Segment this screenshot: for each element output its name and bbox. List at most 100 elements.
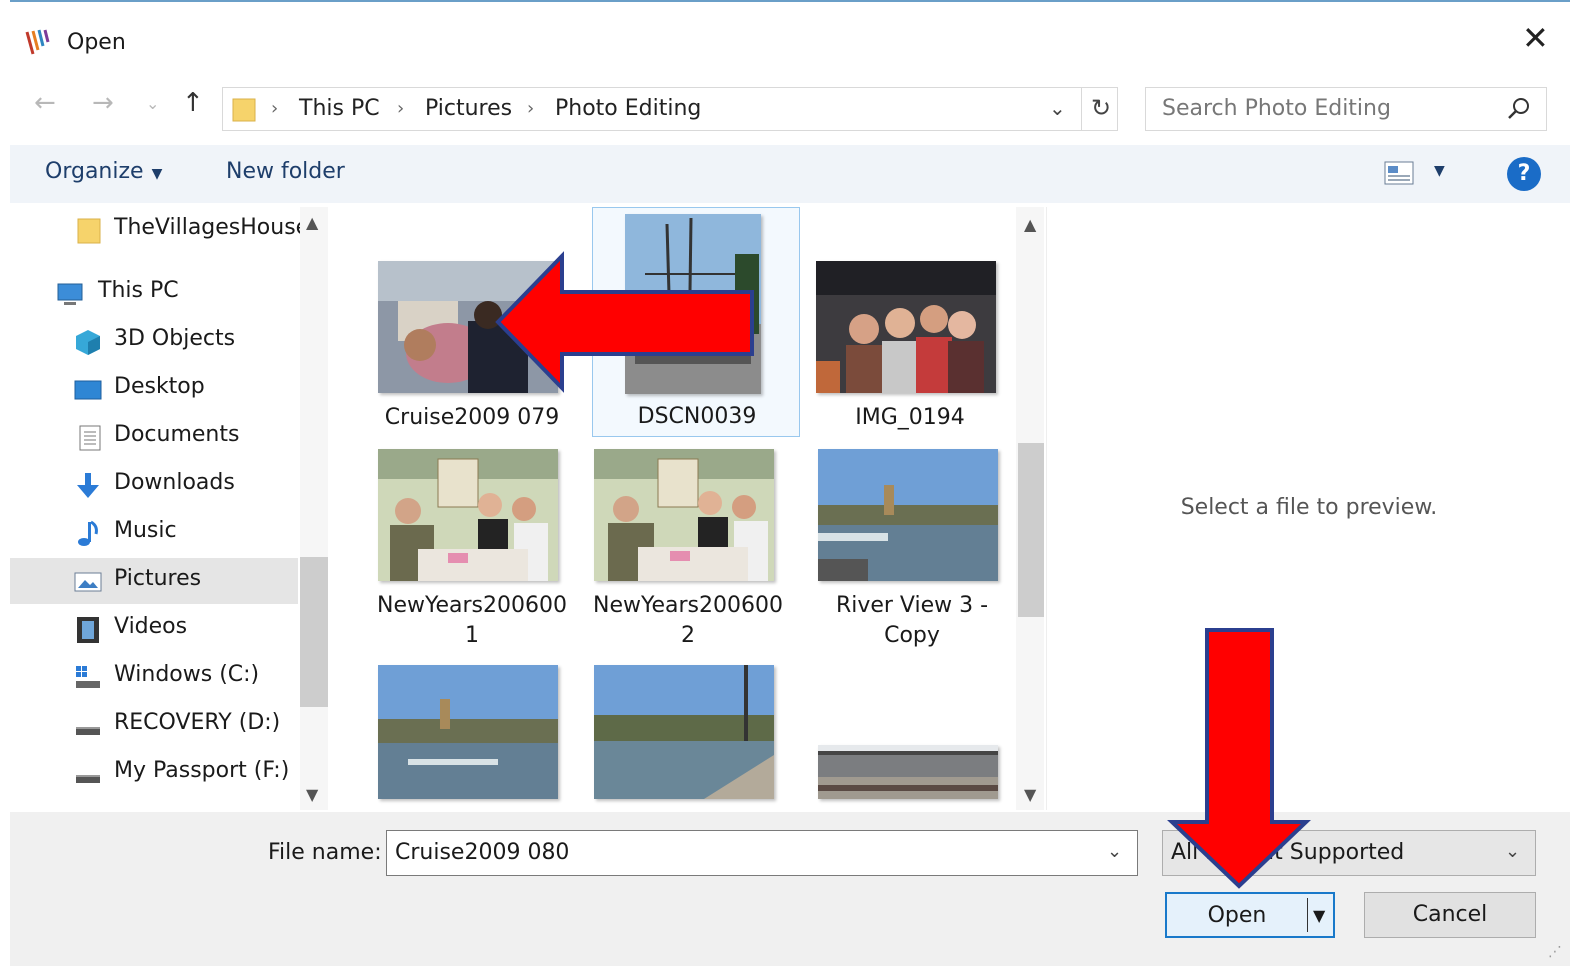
recent-locations-button[interactable]: ⌄	[146, 96, 159, 112]
file-item[interactable]	[368, 661, 576, 810]
file-list-scrollbar[interactable]: ▲ ▼	[1016, 207, 1044, 810]
sidebar-item-label: Music	[114, 518, 177, 543]
file-label: River View 3 -	[835, 593, 989, 618]
view-options-icon[interactable]	[1384, 161, 1414, 185]
pictures-icon	[74, 572, 102, 592]
cancel-button[interactable]: Cancel	[1364, 892, 1536, 938]
file-item[interactable]	[808, 661, 1016, 810]
sidebar-item-label: My Passport (F:)	[114, 758, 290, 783]
forward-button[interactable]: →	[92, 90, 114, 116]
file-item[interactable]: River View 3 - Copy	[808, 441, 1016, 657]
sidebar-item-recovery-d[interactable]: RECOVERY (D:)	[10, 702, 298, 748]
help-icon[interactable]: ?	[1507, 157, 1541, 191]
scroll-up-icon[interactable]: ▲	[1024, 215, 1036, 234]
sidebar-item-pictures[interactable]: Pictures	[10, 558, 298, 604]
breadcrumb-separator: ›	[271, 98, 279, 119]
file-label: NewYears200600	[376, 593, 567, 618]
up-button[interactable]: ↑	[182, 90, 204, 116]
music-icon	[78, 520, 98, 546]
search-input[interactable]: Search Photo Editing	[1162, 96, 1391, 121]
file-thumbnail	[594, 665, 774, 799]
desktop-icon	[74, 380, 102, 400]
file-item[interactable]: IMG_0194	[806, 215, 1014, 437]
search-box[interactable]: Search Photo Editing	[1145, 87, 1547, 131]
breadcrumb-separator: ›	[397, 98, 405, 119]
file-thumbnail	[378, 449, 558, 581]
file-label-line2: 1	[465, 623, 479, 648]
address-dropdown-icon[interactable]: ⌄	[1049, 96, 1066, 120]
breadcrumb-separator: ›	[527, 98, 535, 119]
back-button[interactable]: ←	[34, 90, 56, 116]
breadcrumb-pictures[interactable]: Pictures	[425, 96, 512, 121]
navigation-bar: ← → ⌄ ↑ › This PC › Pictures › Photo Edi…	[10, 80, 1570, 136]
file-thumbnail	[594, 449, 774, 581]
file-item[interactable]: NewYears200600 2	[584, 441, 792, 657]
file-type-select[interactable]: All Format Supported ⌄	[1162, 830, 1536, 876]
drive-icon	[76, 775, 100, 783]
folder-icon	[232, 98, 256, 122]
cube-icon	[76, 330, 100, 355]
close-button[interactable]: ✕	[1522, 22, 1549, 54]
file-item[interactable]: Cruise2009 079	[368, 215, 576, 437]
scroll-down-icon[interactable]: ▼	[306, 785, 318, 804]
open-dropdown-icon[interactable]: ▼	[1313, 894, 1325, 938]
file-label: Cruise2009 079	[384, 405, 560, 430]
scrollbar-thumb[interactable]	[300, 557, 328, 707]
app-logo-icon	[25, 29, 50, 55]
file-thumbnail	[818, 745, 998, 799]
file-item[interactable]	[584, 661, 792, 810]
preview-pane: Select a file to preview.	[1046, 207, 1570, 810]
view-dropdown-icon[interactable]: ▼	[1434, 163, 1445, 179]
sidebar-item-windows-c[interactable]: Windows (C:)	[10, 654, 298, 700]
window-title: Open	[67, 30, 126, 55]
sidebar-item-label: Pictures	[114, 566, 202, 591]
sidebar-item-label: Videos	[114, 614, 188, 639]
new-folder-button[interactable]: New folder	[226, 159, 345, 184]
sidebar-item-my-passport-f[interactable]: My Passport (F:)	[10, 750, 298, 796]
preview-placeholder: Select a file to preview.	[1180, 495, 1438, 520]
navigation-scrollbar[interactable]: ▲ ▼	[300, 207, 328, 810]
scroll-down-icon[interactable]: ▼	[1024, 785, 1036, 804]
sidebar-item-thevillageshouse[interactable]: TheVillagesHouse	[10, 207, 300, 253]
sidebar-item-this-pc[interactable]: This PC	[10, 270, 298, 316]
file-label-line2: Copy	[884, 623, 940, 648]
breadcrumb-photo-editing[interactable]: Photo Editing	[555, 96, 701, 121]
sidebar-item-music[interactable]: Music	[10, 510, 298, 556]
sidebar-item-label: Documents	[114, 422, 240, 447]
organize-caret-icon: ▼	[151, 166, 163, 182]
refresh-button[interactable]: ↻	[1091, 94, 1111, 122]
organize-button[interactable]: Organize ▼	[45, 159, 162, 184]
file-name-dropdown-icon[interactable]: ⌄	[1107, 841, 1122, 862]
organize-label: Organize	[45, 159, 144, 184]
open-button[interactable]: Open ▼	[1165, 892, 1335, 938]
file-label: NewYears200600	[592, 593, 783, 618]
scrollbar-thumb[interactable]	[1018, 443, 1044, 617]
file-thumbnail	[378, 665, 558, 799]
file-list: Cruise2009 079 DSCN0039 IMG_0194 NewYear…	[330, 207, 1016, 810]
video-icon	[77, 617, 99, 643]
file-name-value[interactable]: Cruise2009 080	[395, 840, 569, 865]
sidebar-item-label: 3D Objects	[114, 326, 236, 351]
file-item-selected[interactable]: DSCN0039	[592, 207, 800, 437]
sidebar-item-3d-objects[interactable]: 3D Objects	[10, 318, 298, 364]
sidebar-item-downloads[interactable]: Downloads	[10, 462, 298, 508]
breadcrumb-this-pc[interactable]: This PC	[299, 96, 380, 121]
open-dialog: Open ✕ ← → ⌄ ↑ › This PC › Pictures › Ph…	[10, 0, 1570, 966]
search-icon[interactable]	[1504, 94, 1534, 124]
address-divider	[1081, 88, 1082, 130]
sidebar-item-label: Desktop	[114, 374, 205, 399]
sidebar-item-desktop[interactable]: Desktop	[10, 366, 298, 412]
file-thumbnail	[378, 261, 558, 393]
download-icon	[77, 473, 99, 498]
sidebar-item-label: Downloads	[114, 470, 235, 495]
scroll-up-icon[interactable]: ▲	[306, 213, 318, 232]
address-bar[interactable]: › This PC › Pictures › Photo Editing ⌄ ↻	[222, 87, 1118, 131]
file-name-input[interactable]: Cruise2009 080 ⌄	[386, 830, 1138, 876]
sidebar-item-label: RECOVERY (D:)	[114, 710, 281, 735]
file-item[interactable]: NewYears200600 1	[368, 441, 576, 657]
sidebar-item-videos[interactable]: Videos	[10, 606, 298, 652]
resize-grip-icon[interactable]: ⋰	[1548, 944, 1562, 960]
sidebar-item-label: This PC	[98, 278, 179, 303]
sidebar-item-documents[interactable]: Documents	[10, 414, 298, 460]
file-type-dropdown-icon[interactable]: ⌄	[1505, 841, 1520, 862]
